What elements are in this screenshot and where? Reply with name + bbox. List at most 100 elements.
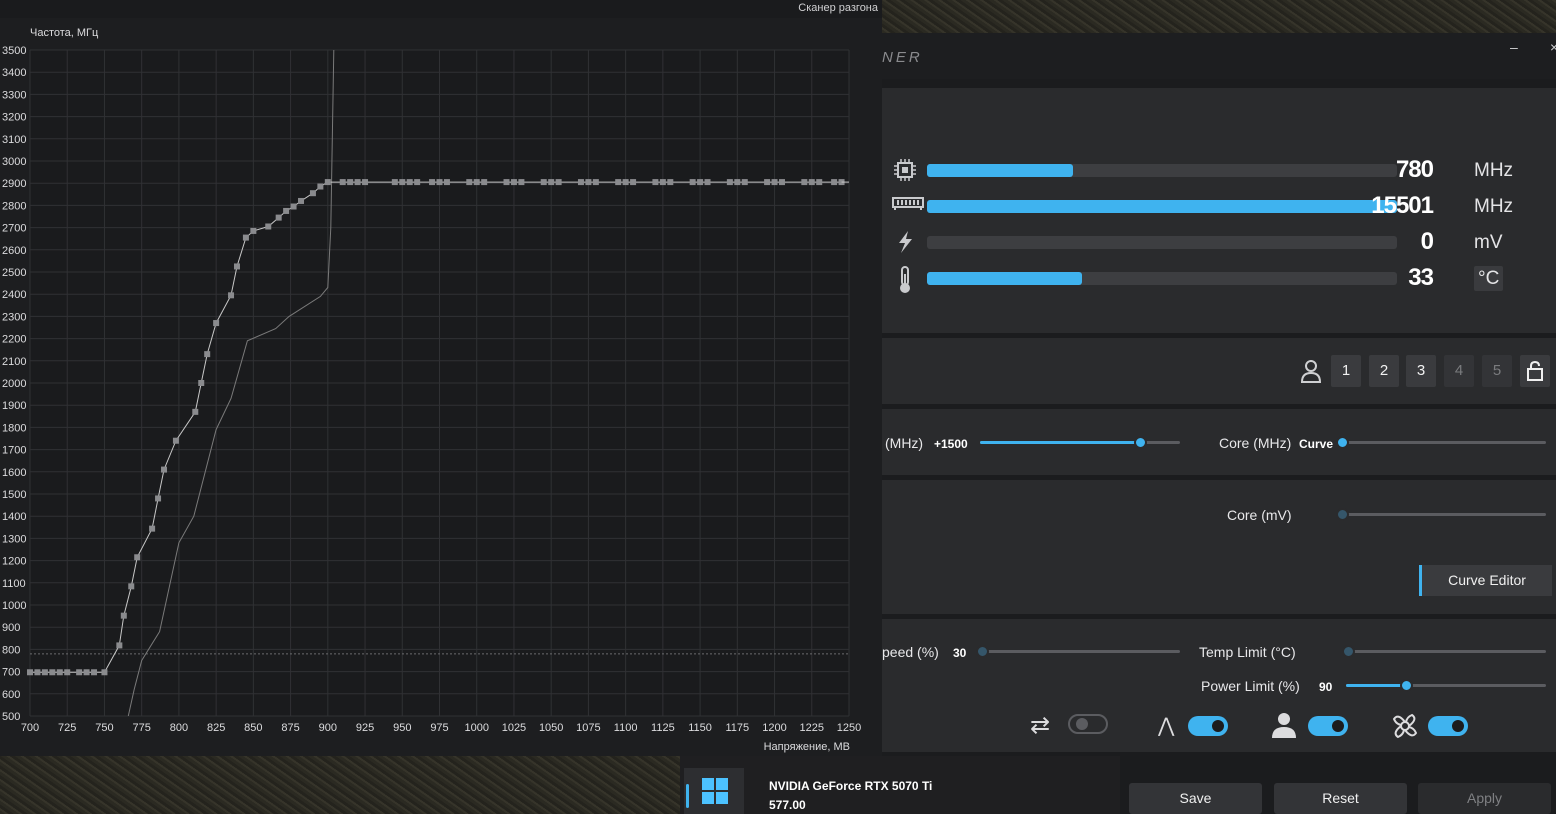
x-tick-label: 1200 [762, 722, 786, 734]
x-tick-label: 750 [95, 722, 113, 734]
curve-point [172, 437, 179, 444]
curve-point [466, 179, 473, 186]
x-tick-label: 1250 [837, 722, 861, 734]
sync-toggle-dot [1076, 718, 1088, 730]
fan-speed-slider-knob[interactable] [976, 645, 989, 658]
temp-limit-slider[interactable] [1342, 645, 1546, 658]
close-button[interactable]: × [1550, 39, 1556, 55]
y-tick-label: 1700 [2, 445, 26, 457]
x-tick-label: 875 [281, 722, 299, 734]
curve-point [399, 179, 406, 186]
core-clock-slider-knob[interactable] [1336, 436, 1349, 449]
profile-2-button[interactable]: 2 [1369, 355, 1399, 387]
curve-point [34, 669, 41, 676]
fan-speed-slider[interactable] [976, 645, 1180, 658]
sync-toggle[interactable] [1068, 714, 1108, 734]
x-tick-label: 1150 [688, 722, 712, 734]
curve-point [250, 227, 257, 234]
core-clock-slider[interactable] [1336, 436, 1546, 449]
x-tick-label: 1125 [651, 722, 675, 734]
taskbar-item: NVIDIA GeForce RTX 5070 Ti 577.00 [680, 756, 1120, 814]
x-tick-label: 700 [21, 722, 39, 734]
memory-clock-slider-knob[interactable] [1134, 436, 1147, 449]
profile-5-button[interactable]: 5 [1482, 355, 1512, 387]
monitor-value: 780 [1395, 156, 1434, 183]
profile-1-button[interactable]: 1 [1331, 355, 1361, 387]
curve-point [697, 179, 704, 186]
x-tick-label: 1000 [464, 722, 488, 734]
core-voltage-slider-knob[interactable] [1336, 508, 1349, 521]
y-tick-label: 1300 [2, 533, 26, 545]
monitor-panel: 780 MHz 15501 MHz 0 mV 33 °C [882, 88, 1556, 333]
curve-point [808, 179, 815, 186]
monitor-bar-fill [927, 164, 1073, 177]
y-tick-label: 3400 [2, 67, 26, 79]
memory-clock-slider[interactable] [980, 436, 1180, 449]
curve-point [615, 179, 622, 186]
temp-limit-slider-knob[interactable] [1342, 645, 1355, 658]
curve-point [242, 234, 249, 241]
profile-4-button[interactable]: 4 [1444, 355, 1474, 387]
x-tick-label: 800 [170, 722, 188, 734]
user-profile-icon[interactable] [1300, 358, 1322, 390]
curve-point [49, 669, 56, 676]
curve-point [481, 179, 488, 186]
curve-point [41, 669, 48, 676]
curve-point [391, 179, 398, 186]
curve-point [831, 179, 838, 186]
profile-3-button[interactable]: 3 [1406, 355, 1436, 387]
memory-clock-slider-fill [980, 441, 1140, 444]
curve-editor-button[interactable]: Curve Editor [1419, 565, 1552, 596]
save-button[interactable]: Save [1129, 783, 1262, 814]
y-tick-label: 1500 [2, 489, 26, 501]
y-tick-label: 3000 [2, 156, 26, 168]
fan-power-panel: peed (%) 30 Temp Limit (°C) Power Limit … [882, 619, 1556, 752]
y-axis-label: Частота, МГц [30, 27, 99, 39]
scanner-titlebar: Сканер разгона [0, 0, 882, 18]
curve-point [27, 669, 33, 676]
gpu-name: NVIDIA GeForce RTX 5070 Ti [769, 779, 933, 793]
vf-curve-chart[interactable]: 700 725 750 775 800 825 850 875 900 925 950 975 1000… [0, 18, 882, 756]
app-tile[interactable] [684, 768, 744, 814]
curve-point [283, 207, 290, 214]
curve-point [339, 179, 346, 186]
voltage-panel: Core (mV) Curve Editor [882, 480, 1556, 614]
lock-button[interactable] [1520, 355, 1550, 387]
y-tick-label: 2100 [2, 356, 26, 368]
curve-point [56, 669, 63, 676]
curve-point [689, 179, 696, 186]
core-clock-label: Core (MHz) [1219, 435, 1292, 451]
reset-button[interactable]: Reset [1274, 783, 1407, 814]
curve-point [592, 179, 599, 186]
x-tick-label: 825 [207, 722, 225, 734]
y-tick-label: 2700 [2, 223, 26, 235]
minimize-button[interactable]: – [1510, 39, 1518, 55]
fan-speed-label: peed (%) [882, 644, 939, 660]
curve-point [577, 179, 584, 186]
driver-version: 577.00 [769, 798, 806, 812]
auto-toggle[interactable] [1188, 716, 1228, 736]
fan-auto-toggle[interactable] [1428, 716, 1468, 736]
apply-button[interactable]: Apply [1418, 783, 1551, 814]
power-limit-value: 90 [1319, 680, 1333, 694]
monitor-unit: MHz [1474, 160, 1514, 181]
scanner-window: Сканер разгона 700 725 750 775 800 825 850 875 9… [0, 0, 882, 756]
curve-point [406, 179, 413, 186]
curve-point [324, 179, 331, 186]
x-tick-label: 950 [393, 722, 411, 734]
x-tick-label: 725 [58, 722, 76, 734]
core-voltage-slider[interactable] [1336, 508, 1546, 521]
afterburner-titlebar: NER – × [870, 33, 1556, 79]
power-limit-slider[interactable] [1346, 679, 1546, 692]
curve-point [204, 351, 211, 358]
windows-logo-icon [702, 778, 728, 804]
y-tick-label: 2800 [2, 200, 26, 212]
curve-point [555, 179, 562, 186]
curve-point [128, 583, 135, 590]
power-limit-slider-knob[interactable] [1400, 679, 1413, 692]
core-voltage-label: Core (mV) [1227, 507, 1292, 523]
monitor-value: 0 [1420, 228, 1434, 255]
curve-point [309, 190, 316, 197]
curve-point [816, 179, 823, 186]
user-define-toggle[interactable] [1308, 716, 1348, 736]
